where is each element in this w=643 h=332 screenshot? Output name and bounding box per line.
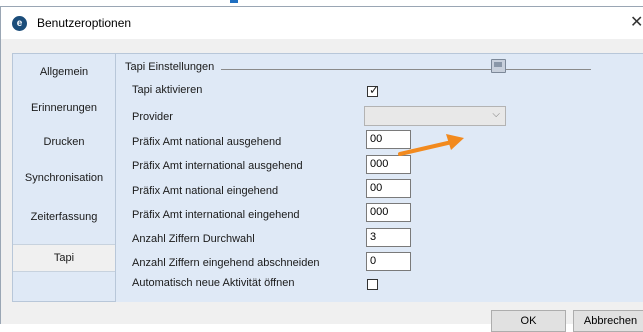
prefix-international-in-input[interactable]: 000 — [366, 203, 411, 222]
title-bar: e Benutzeroptionen ✕ — [1, 7, 643, 39]
close-button[interactable]: ✕ — [630, 11, 643, 35]
field-label: Präfix Amt international eingehend — [132, 209, 300, 221]
auto-open-checkbox[interactable] — [367, 279, 378, 290]
window-title: Benutzeroptionen — [37, 16, 132, 30]
prefix-national-in-input[interactable]: 00 — [366, 179, 411, 198]
chevron-down-icon: ⌵ — [492, 109, 500, 120]
field-label: Anzahl Ziffern Durchwahl — [132, 233, 255, 245]
auto-open-label: Automatisch neue Aktivität öffnen — [132, 277, 295, 289]
annotation-arrow-icon — [398, 134, 464, 156]
sidebar-item-tapi[interactable]: Tapi — [13, 244, 115, 272]
ok-button[interactable]: OK — [491, 310, 566, 332]
group-divider — [221, 69, 591, 70]
field-label: Anzahl Ziffern eingehend abschneiden — [132, 257, 320, 269]
checkmark-icon: ✓ — [369, 83, 380, 97]
sidebar-item-zeiterfassung[interactable]: Zeiterfassung — [13, 204, 115, 230]
provider-select[interactable]: ⌵ — [364, 106, 506, 126]
sidebar-item-erinnerungen[interactable]: Erinnerungen — [13, 95, 115, 121]
sidebar-item-drucken[interactable]: Drucken — [13, 129, 115, 155]
extension-digits-input[interactable]: 3 — [366, 228, 411, 247]
field-label: Präfix Amt international ausgehend — [132, 160, 303, 172]
options-dialog: e Benutzeroptionen ✕ Allgemein Erinnerun… — [0, 6, 643, 332]
app-logo-icon: e — [12, 16, 27, 31]
options-sidebar: Allgemein Erinnerungen Drucken Synchroni… — [12, 53, 116, 302]
cancel-button[interactable]: Abbrechen — [573, 310, 643, 332]
truncate-digits-input[interactable]: 0 — [366, 252, 411, 271]
sidebar-item-synchronisation[interactable]: Synchronisation — [13, 165, 115, 191]
field-label: Präfix Amt national eingehend — [132, 185, 279, 197]
group-title: Tapi Einstellungen — [125, 61, 215, 73]
sidebar-item-allgemein[interactable]: Allgemein — [13, 59, 115, 85]
tapi-activate-checkbox[interactable]: ✓ — [367, 83, 380, 97]
tapi-activate-label: Tapi aktivieren — [132, 84, 203, 96]
telephone-device-icon — [491, 59, 506, 73]
field-label: Präfix Amt national ausgehend — [132, 136, 282, 148]
background-link-fragment — [230, 0, 238, 3]
tapi-settings-panel: Tapi Einstellungen Tapi aktivieren ✓ Pro… — [116, 53, 643, 302]
provider-label: Provider — [132, 111, 173, 123]
